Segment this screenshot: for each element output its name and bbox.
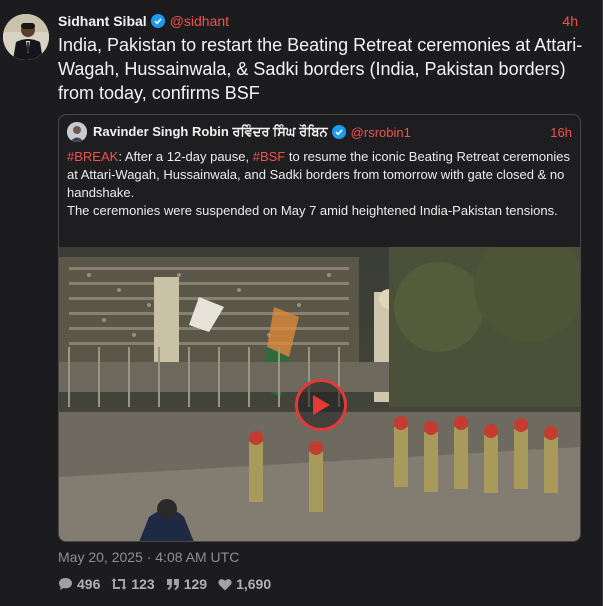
retweet-icon bbox=[111, 578, 127, 590]
quote-time[interactable]: 16h bbox=[550, 125, 572, 140]
quote-text: #BREAK: After a 12-day pause, #BSF to re… bbox=[67, 148, 577, 220]
retweet-button[interactable]: 123 bbox=[111, 576, 155, 592]
quote-header: Ravinder Singh Robin ਰਵਿੰਦਰ ਸਿੰਘ ਰੌਬਿਨ @… bbox=[67, 122, 572, 142]
quote-text-paragraph: The ceremonies were suspended on May 7 a… bbox=[67, 203, 558, 218]
tweet-time[interactable]: 4h bbox=[562, 13, 578, 29]
action-bar: 496 123 129 1,690 bbox=[58, 575, 282, 593]
tweet-text: India, Pakistan to restart the Beating R… bbox=[58, 35, 583, 103]
author-row: Sidhant Sibal @sidhant 4h bbox=[58, 11, 578, 31]
quoted-tweet[interactable]: Ravinder Singh Robin ਰਵਿੰਦਰ ਸਿੰਘ ਰੌਬਿਨ @… bbox=[58, 114, 581, 542]
author-handle[interactable]: @sidhant bbox=[170, 13, 229, 29]
quote-author-name[interactable]: Ravinder Singh Robin ਰਵਿੰਦਰ ਸਿੰਘ ਰੌਬਿਨ bbox=[93, 124, 328, 140]
hashtag-link[interactable]: #BSF bbox=[253, 149, 286, 164]
like-button[interactable]: 1,690 bbox=[218, 576, 271, 592]
author-avatar[interactable] bbox=[3, 14, 49, 60]
hashtag-link[interactable]: #BREAK bbox=[67, 149, 118, 164]
author-name[interactable]: Sidhant Sibal bbox=[58, 13, 147, 29]
video-thumbnail[interactable] bbox=[59, 247, 580, 541]
like-count: 1,690 bbox=[236, 576, 272, 592]
reply-button[interactable]: 496 bbox=[58, 576, 100, 592]
tweet-card: Sidhant Sibal @sidhant 4h India, Pakista… bbox=[0, 0, 603, 606]
like-icon bbox=[218, 578, 232, 590]
quote-text-part: : After a 12-day pause, bbox=[118, 149, 253, 164]
verified-badge-icon bbox=[150, 14, 165, 28]
quote-author-avatar[interactable] bbox=[67, 122, 87, 142]
quote-count: 129 bbox=[183, 576, 208, 592]
quote-icon bbox=[166, 578, 179, 590]
play-button[interactable] bbox=[295, 379, 347, 431]
play-icon bbox=[313, 395, 330, 415]
verified-badge-icon bbox=[331, 125, 346, 139]
quote-button[interactable]: 129 bbox=[166, 576, 207, 592]
tweet-timestamp[interactable]: May 20, 2025 · 4:08 AM UTC bbox=[58, 549, 239, 565]
quote-author-handle[interactable]: @rsrobin1 bbox=[351, 125, 411, 140]
reply-icon bbox=[59, 578, 72, 590]
retweet-count: 123 bbox=[131, 576, 155, 592]
reply-count: 496 bbox=[77, 576, 101, 592]
